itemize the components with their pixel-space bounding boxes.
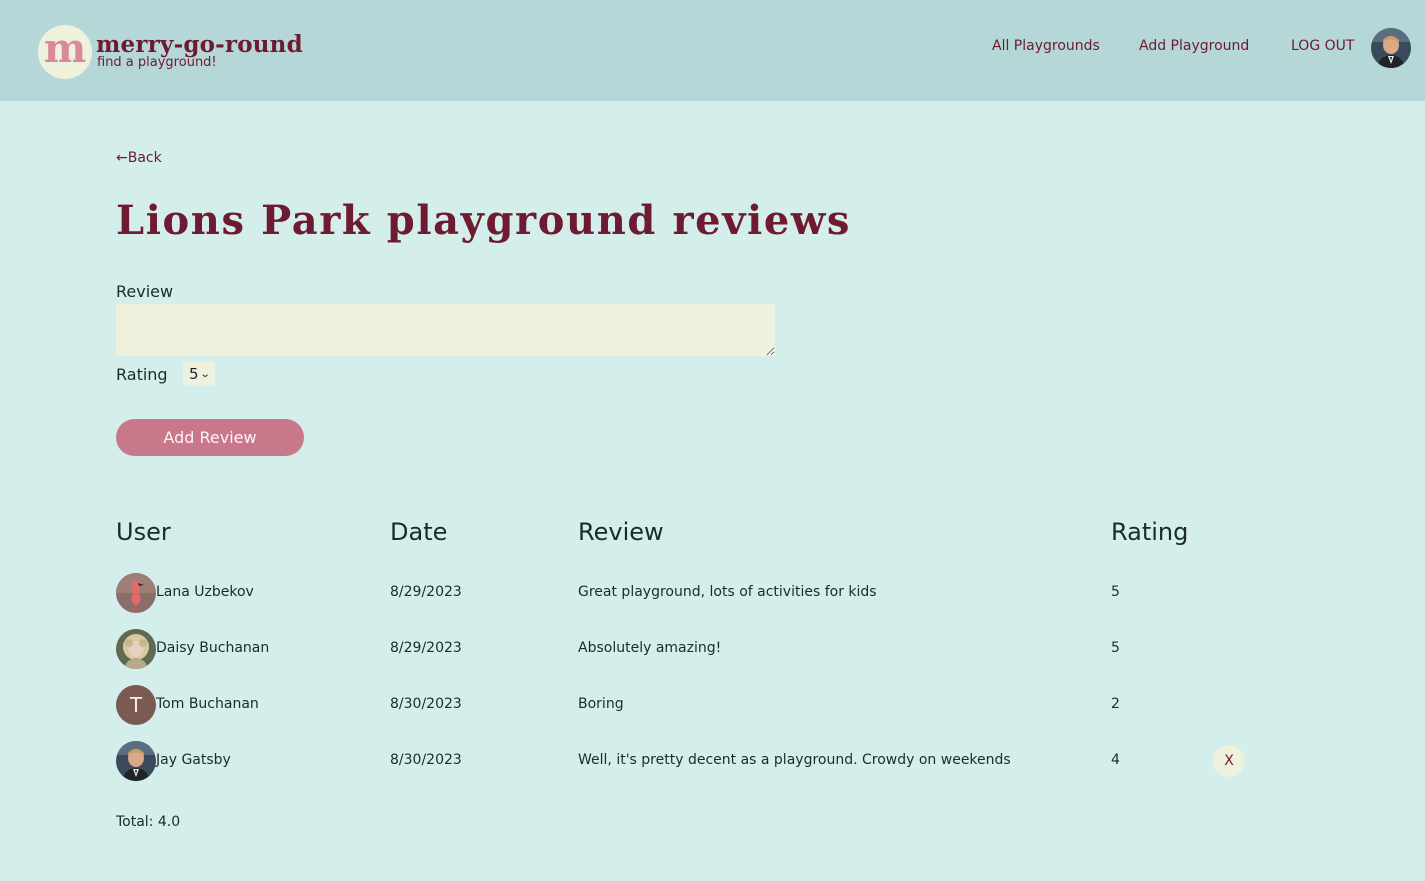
total-rating: Total: 4.0 bbox=[116, 814, 181, 830]
column-header-date: Date bbox=[390, 518, 448, 546]
table-row: Daisy Buchanan 8/29/2023 Absolutely amaz… bbox=[0, 629, 1425, 669]
avatar bbox=[116, 573, 156, 613]
logo-title[interactable]: merry-go-round bbox=[96, 31, 303, 58]
review-rating: 5 bbox=[1111, 584, 1120, 600]
avatar bbox=[116, 741, 156, 781]
review-date: 8/29/2023 bbox=[390, 584, 462, 600]
back-link[interactable]: ←Back bbox=[116, 150, 162, 166]
rating-label: Rating bbox=[116, 365, 168, 384]
nav-log-out[interactable]: LOG OUT bbox=[1291, 38, 1354, 54]
review-label: Review bbox=[116, 282, 174, 301]
add-review-button[interactable]: Add Review bbox=[116, 419, 304, 456]
review-rating: 4 bbox=[1111, 752, 1120, 768]
table-row: T Tom Buchanan 8/30/2023 Boring 2 bbox=[0, 685, 1425, 725]
review-textarea[interactable] bbox=[116, 304, 775, 356]
column-header-review: Review bbox=[578, 518, 664, 546]
nav-add-playground[interactable]: Add Playground bbox=[1139, 38, 1249, 54]
review-text: Great playground, lots of activities for… bbox=[578, 584, 877, 600]
review-date: 8/29/2023 bbox=[390, 640, 462, 656]
user-name: Lana Uzbekov bbox=[156, 584, 254, 600]
user-name: Daisy Buchanan bbox=[156, 640, 270, 656]
review-text: Absolutely amazing! bbox=[578, 640, 722, 656]
rating-select-value: 5 bbox=[189, 365, 199, 383]
review-text: Well, it's pretty decent as a playground… bbox=[578, 752, 1011, 768]
column-header-user: User bbox=[116, 518, 171, 546]
avatar bbox=[116, 629, 156, 669]
user-avatar[interactable] bbox=[1371, 28, 1411, 68]
nav-all-playgrounds[interactable]: All Playgrounds bbox=[992, 38, 1100, 54]
logo-tagline: find a playground! bbox=[97, 55, 217, 70]
review-text: Boring bbox=[578, 696, 624, 712]
rating-select[interactable]: 5 ⌄ bbox=[183, 362, 215, 386]
review-rating: 2 bbox=[1111, 696, 1120, 712]
review-rating: 5 bbox=[1111, 640, 1120, 656]
avatar-letter: T bbox=[116, 685, 156, 725]
review-date: 8/30/2023 bbox=[390, 696, 462, 712]
review-date: 8/30/2023 bbox=[390, 752, 462, 768]
column-header-rating: Rating bbox=[1111, 518, 1189, 546]
table-row: Lana Uzbekov 8/29/2023 Great playground,… bbox=[0, 573, 1425, 613]
page-title: Lions Park playground reviews bbox=[116, 197, 852, 244]
header: m merry-go-round find a playground! All … bbox=[0, 0, 1425, 101]
avatar: T bbox=[116, 685, 156, 725]
delete-review-button[interactable]: X bbox=[1213, 745, 1245, 777]
chevron-down-icon: ⌄ bbox=[199, 368, 211, 380]
table-row: Jay Gatsby 8/30/2023 Well, it's pretty d… bbox=[0, 741, 1425, 781]
user-name: Jay Gatsby bbox=[156, 752, 231, 768]
logo-icon[interactable]: m bbox=[38, 25, 92, 79]
user-name: Tom Buchanan bbox=[156, 696, 259, 712]
